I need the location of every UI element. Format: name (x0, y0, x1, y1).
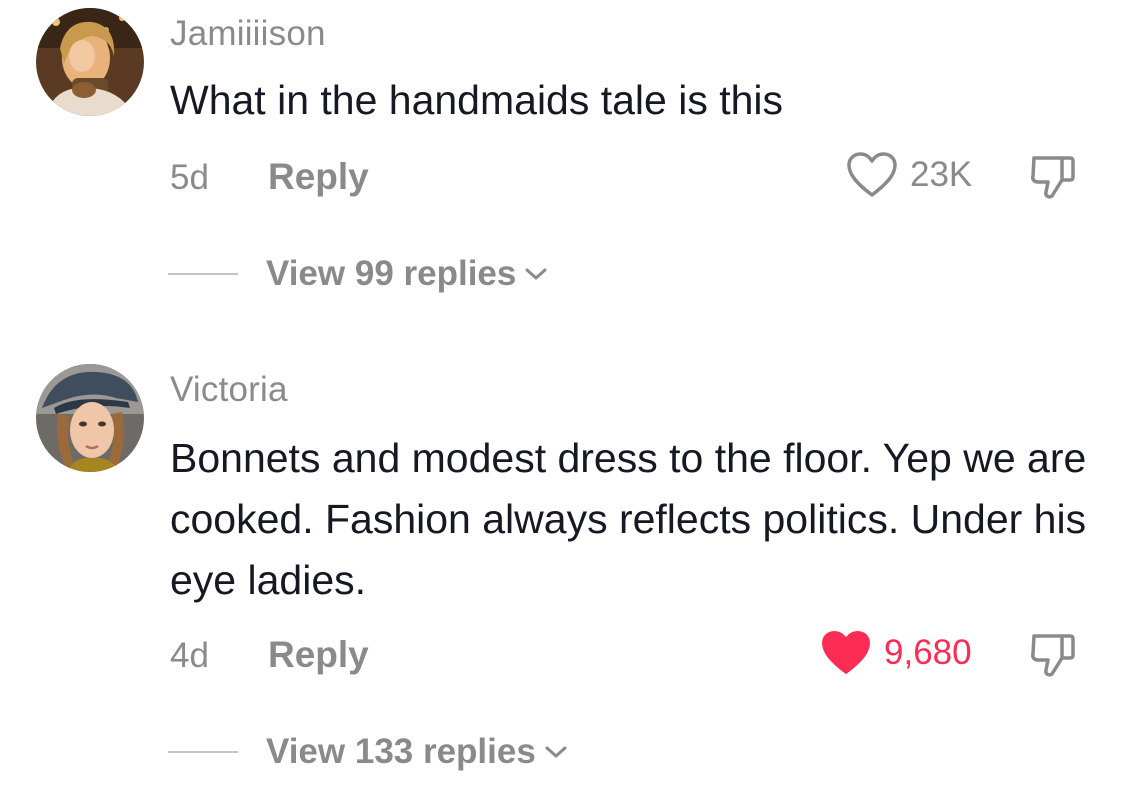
dislike-button[interactable] (1028, 152, 1078, 207)
view-replies-button[interactable]: View 133 replies (168, 732, 568, 772)
reply-button[interactable]: Reply (268, 156, 369, 198)
thumbs-down-icon (1028, 634, 1078, 684)
avatar-image (36, 8, 144, 116)
divider (168, 751, 238, 753)
chevron-down-icon (544, 744, 568, 765)
like-count: 23K (910, 155, 973, 194)
like-button[interactable]: 23K (846, 152, 972, 198)
dislike-button[interactable] (1028, 630, 1078, 685)
comment-text: What in the handmaids tale is this (170, 77, 784, 123)
username[interactable]: Victoria (170, 370, 288, 410)
view-replies-button[interactable]: View 99 replies (168, 254, 548, 294)
reply-button[interactable]: Reply (268, 634, 369, 676)
like-button[interactable]: 9,680 (820, 630, 972, 676)
like-count: 9,680 (884, 633, 972, 672)
heart-icon (820, 630, 872, 676)
view-replies-label: View 99 replies (266, 254, 517, 293)
avatar-image (36, 364, 144, 472)
chevron-down-icon (524, 266, 548, 287)
comment-text: Bonnets and modest dress to the floor. Y… (170, 435, 1087, 603)
avatar[interactable] (36, 364, 144, 472)
divider (168, 273, 238, 275)
avatar[interactable] (36, 8, 144, 116)
heart-icon (846, 152, 898, 198)
comment-age: 5d (170, 158, 209, 197)
view-replies-label: View 133 replies (266, 732, 536, 771)
username[interactable]: Jamiiiison (170, 14, 326, 54)
thumbs-down-icon (1028, 156, 1078, 206)
comment-age: 4d (170, 636, 209, 675)
